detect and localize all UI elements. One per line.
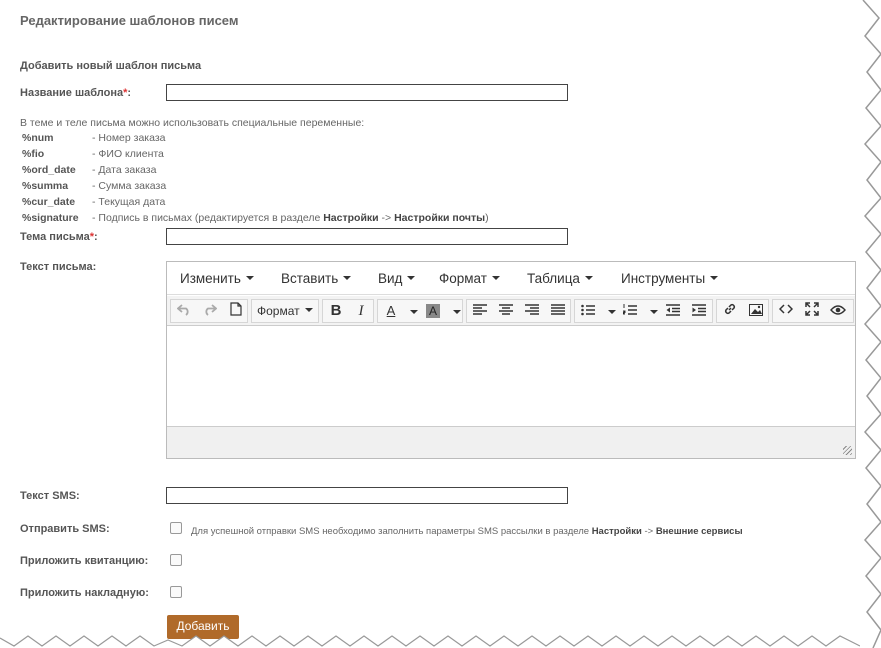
chevron-down-icon[interactable] bbox=[608, 310, 616, 314]
menu-edit[interactable]: Изменить bbox=[180, 271, 254, 286]
indent-icon[interactable] bbox=[687, 301, 711, 321]
editor-menubar: Изменить Вставить Вид Формат Таблица Инс… bbox=[167, 262, 855, 295]
template-editor-page: Редактирование шаблонов писем Добавить н… bbox=[0, 0, 881, 648]
template-name-input[interactable] bbox=[166, 84, 568, 101]
send-sms-checkbox[interactable] bbox=[170, 522, 182, 534]
signature-variable-row: %signature - Подпись в письмах (редактиру… bbox=[22, 212, 489, 224]
chevron-down-icon bbox=[245, 276, 254, 280]
variable-row: %num - Номер заказа bbox=[22, 132, 166, 144]
redo-icon[interactable] bbox=[198, 301, 222, 321]
format-select-label: Формат bbox=[257, 302, 313, 320]
torn-bottom-edge-decoration bbox=[0, 635, 860, 648]
toolbar-group-history bbox=[170, 299, 248, 323]
menu-format[interactable]: Формат bbox=[439, 271, 500, 286]
variable-row: %fio - ФИО клиента bbox=[22, 148, 164, 160]
sms-note: Для успешной отправки SMS необходимо зап… bbox=[191, 526, 743, 537]
background-color-icon[interactable]: A bbox=[421, 301, 445, 321]
attach-waybill-label: Приложить накладную: bbox=[20, 587, 149, 599]
variable-row: %cur_date - Текущая дата bbox=[22, 196, 166, 208]
subject-input[interactable] bbox=[166, 228, 568, 245]
menu-view[interactable]: Вид bbox=[378, 271, 416, 286]
align-justify-icon[interactable] bbox=[546, 301, 570, 321]
page-title: Редактирование шаблонов писем bbox=[20, 13, 239, 28]
body-label: Текст письма: bbox=[20, 261, 97, 273]
bullet-list-icon[interactable] bbox=[576, 301, 600, 321]
toolbar-group-align bbox=[466, 299, 571, 323]
variable-row: %ord_date - Дата заказа bbox=[22, 164, 157, 176]
link-icon[interactable] bbox=[718, 301, 742, 321]
editor-statusbar bbox=[167, 426, 855, 458]
chevron-down-icon[interactable] bbox=[650, 310, 658, 314]
torn-edge-decoration bbox=[862, 0, 881, 648]
chevron-down-icon bbox=[584, 276, 593, 280]
italic-icon[interactable]: I bbox=[349, 301, 373, 321]
sms-text-label: Текст SMS: bbox=[20, 490, 80, 502]
chevron-down-icon[interactable] bbox=[410, 310, 418, 314]
variables-note: В теме и теле письма можно использовать … bbox=[20, 117, 365, 129]
menu-tools[interactable]: Инструменты bbox=[621, 271, 719, 286]
toolbar-group-insert bbox=[716, 299, 769, 323]
subject-label: Тема письма*: bbox=[20, 231, 98, 243]
undo-icon[interactable] bbox=[172, 301, 196, 321]
bold-icon[interactable]: B bbox=[324, 301, 348, 321]
text-color-icon[interactable]: A bbox=[379, 301, 403, 321]
background-color-swatch: A bbox=[426, 304, 440, 318]
chevron-down-icon bbox=[343, 276, 352, 280]
chevron-down-icon bbox=[710, 276, 719, 280]
new-document-icon[interactable] bbox=[224, 301, 248, 321]
source-code-icon[interactable] bbox=[774, 301, 798, 321]
template-name-label: Название шаблона*: bbox=[20, 87, 132, 99]
send-sms-label: Отправить SMS: bbox=[20, 523, 110, 535]
variable-row: %summa - Сумма заказа bbox=[22, 180, 167, 192]
align-center-icon[interactable] bbox=[494, 301, 518, 321]
toolbar-group-colors: A A bbox=[377, 299, 463, 323]
outdent-icon[interactable] bbox=[661, 301, 685, 321]
attach-receipt-checkbox[interactable] bbox=[170, 554, 182, 566]
fullscreen-icon[interactable] bbox=[800, 301, 824, 321]
align-right-icon[interactable] bbox=[520, 301, 544, 321]
chevron-down-icon bbox=[491, 276, 500, 280]
attach-waybill-checkbox[interactable] bbox=[170, 586, 182, 598]
editor-toolbar: Формат B I A A bbox=[167, 296, 855, 326]
chevron-down-icon bbox=[304, 308, 313, 312]
attach-receipt-label: Приложить квитанцию: bbox=[20, 555, 149, 567]
editor-content-area[interactable] bbox=[167, 327, 855, 427]
rich-text-editor: Изменить Вставить Вид Формат Таблица Инс… bbox=[166, 261, 856, 459]
format-select[interactable]: Формат bbox=[251, 299, 319, 323]
align-left-icon[interactable] bbox=[468, 301, 492, 321]
numbered-list-icon[interactable] bbox=[618, 301, 642, 321]
menu-table[interactable]: Таблица bbox=[527, 271, 593, 286]
section-subtitle: Добавить новый шаблон письма bbox=[20, 60, 202, 72]
chevron-down-icon bbox=[407, 276, 416, 280]
image-icon[interactable] bbox=[744, 301, 768, 321]
sms-text-input[interactable] bbox=[166, 487, 568, 504]
chevron-down-icon[interactable] bbox=[453, 310, 461, 314]
toolbar-group-style: B I bbox=[322, 299, 374, 323]
menu-insert[interactable]: Вставить bbox=[281, 271, 352, 286]
toolbar-group-lists bbox=[574, 299, 713, 323]
